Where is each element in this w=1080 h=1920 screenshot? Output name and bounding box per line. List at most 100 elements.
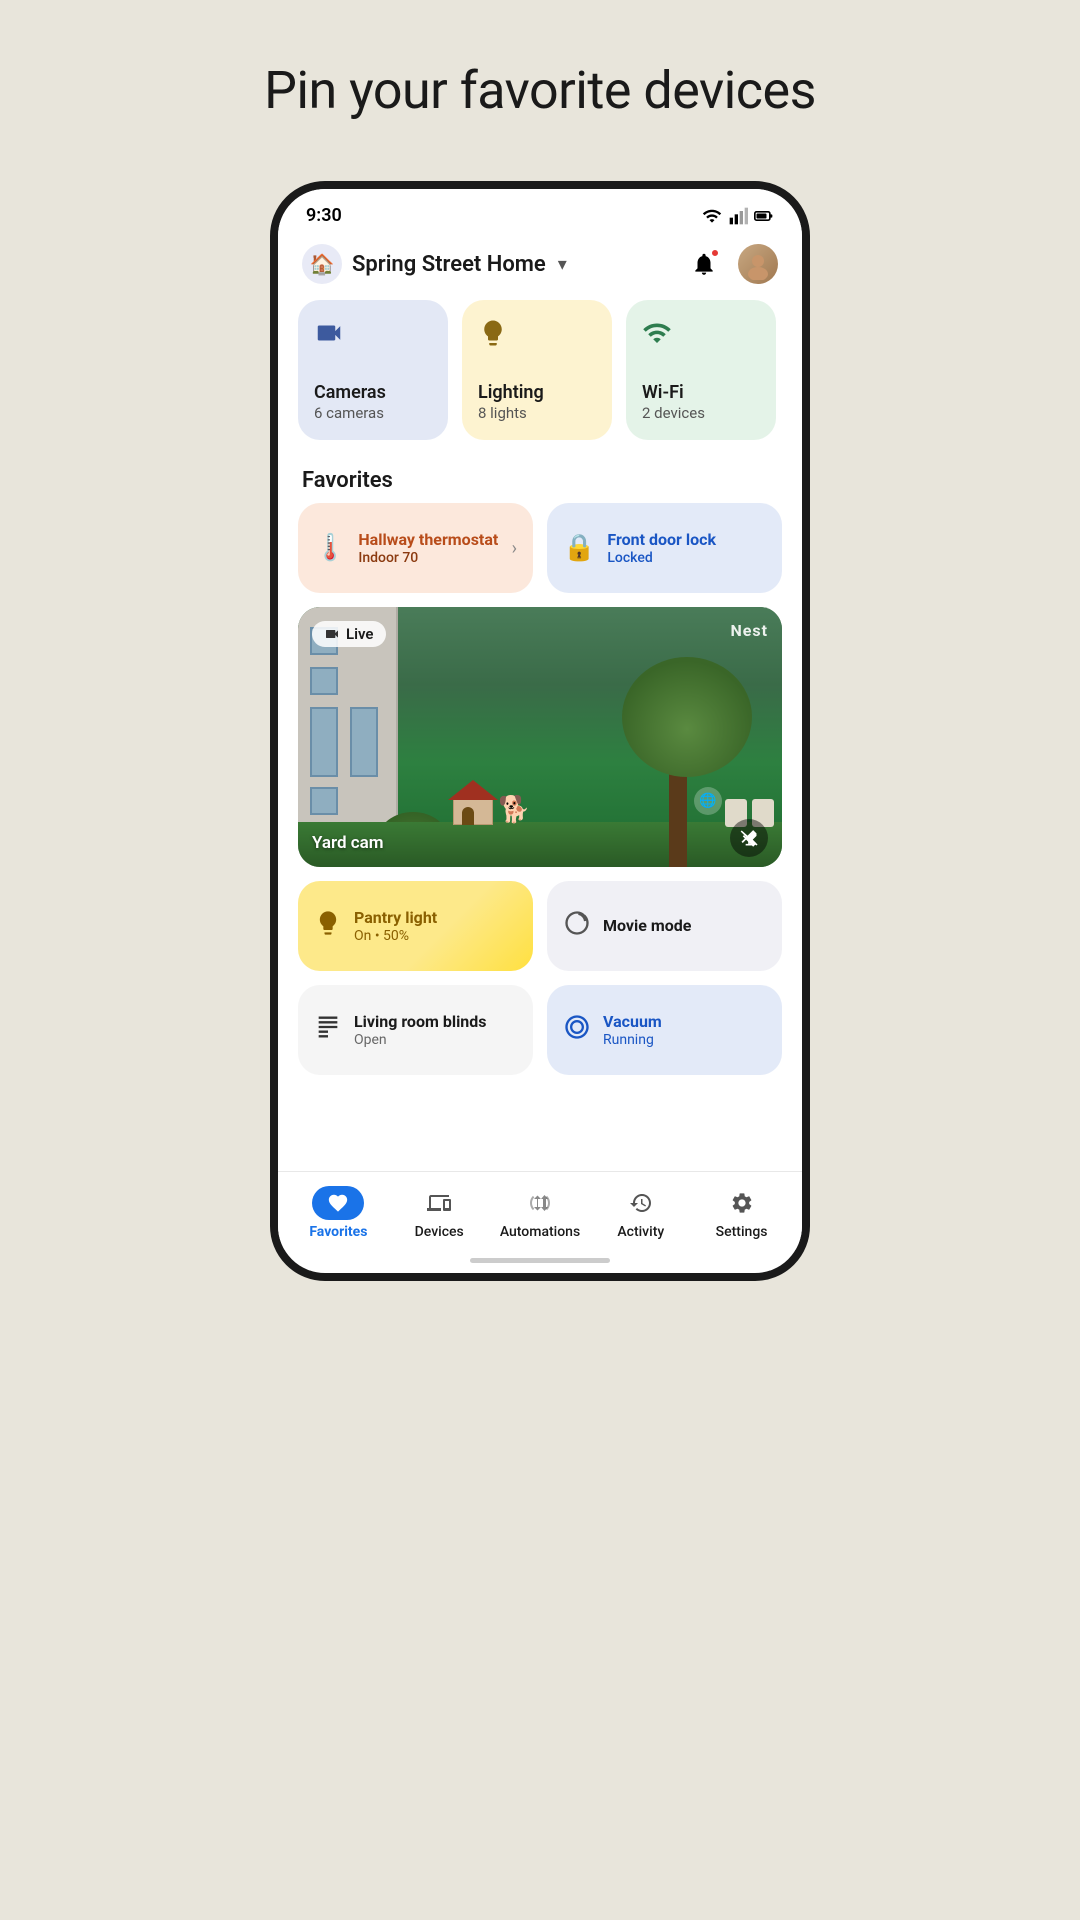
signal-bars-icon: [728, 206, 748, 226]
movie-mode-card[interactable]: Movie mode: [547, 881, 782, 971]
pantry-light-card[interactable]: Pantry light On • 50%: [298, 881, 533, 971]
wifi-label: Wi-Fi: [642, 382, 760, 404]
vacuum-name: Vacuum: [603, 1012, 662, 1033]
thermostat-status: Indoor 70: [358, 550, 499, 566]
home-selector[interactable]: 🏠 Spring Street Home ▾: [302, 244, 567, 284]
bottom-nav: Favorites Devices Automations Activity: [278, 1171, 802, 1250]
activity-nav-icon: [629, 1191, 653, 1215]
vacuum-card[interactable]: Vacuum Running: [547, 985, 782, 1075]
globe-icon: 🌐: [694, 787, 722, 815]
lock-info: Front door lock Locked: [607, 530, 766, 567]
thermostat-info: Hallway thermostat Indoor 70: [358, 530, 499, 567]
blinds-card[interactable]: Living room blinds Open: [298, 985, 533, 1075]
devices-row-2: Living room blinds Open Vacuum Running: [278, 985, 802, 1075]
camera-mute-button[interactable]: [730, 819, 768, 857]
dog-figure: 🐕: [498, 795, 530, 825]
live-label: Live: [346, 625, 374, 643]
devices-nav-icon: [427, 1191, 451, 1215]
home-icon: 🏠: [310, 252, 335, 276]
camera-label: Yard cam: [312, 833, 384, 853]
camera-badge-icon: [324, 626, 340, 642]
window-3: [310, 707, 338, 777]
header-actions: [684, 244, 778, 284]
cameras-label: Cameras: [314, 382, 432, 404]
pantry-light-info: Pantry light On • 50%: [354, 908, 437, 945]
category-card-lighting[interactable]: Lighting 8 lights: [462, 300, 612, 440]
cameras-icon: [314, 318, 432, 355]
dog-house: [448, 781, 498, 825]
automations-nav-icon: [528, 1191, 552, 1215]
category-cards-section: Cameras 6 cameras Lighting 8 lights: [278, 300, 802, 454]
pantry-light-icon: [314, 909, 342, 944]
vacuum-icon: [563, 1013, 591, 1048]
nav-item-activity[interactable]: Activity: [590, 1186, 691, 1240]
lock-icon: 🔒: [563, 533, 595, 563]
blinds-info: Living room blinds Open: [354, 1012, 487, 1049]
app-header: 🏠 Spring Street Home ▾: [278, 234, 802, 300]
cameras-count: 6 cameras: [314, 404, 432, 422]
category-card-cameras[interactable]: Cameras 6 cameras: [298, 300, 448, 440]
nav-item-automations[interactable]: Automations: [490, 1186, 591, 1240]
status-time: 9:30: [306, 205, 342, 226]
activity-nav-label: Activity: [617, 1224, 664, 1240]
status-icons: [702, 206, 774, 226]
pantry-light-status: On • 50%: [354, 928, 437, 944]
camera-feed-card[interactable]: 🐕 🌐 Live Nest Yard cam: [298, 607, 782, 867]
favorites-nav-label: Favorites: [309, 1224, 367, 1240]
devices-nav-label: Devices: [415, 1224, 464, 1240]
avatar-image: [742, 248, 774, 280]
settings-nav-label: Settings: [716, 1224, 768, 1240]
lighting-label: Lighting: [478, 382, 596, 404]
vacuum-info: Vacuum Running: [603, 1012, 662, 1049]
thermostat-icon: 🌡️: [314, 533, 346, 563]
nav-devices-plain: [413, 1186, 465, 1220]
user-avatar[interactable]: [738, 244, 778, 284]
home-icon-bg: 🏠: [302, 244, 342, 284]
home-name: Spring Street Home: [352, 252, 546, 277]
favorite-lock-card[interactable]: 🔒 Front door lock Locked: [547, 503, 782, 593]
window-4: [350, 707, 378, 777]
thermostat-name: Hallway thermostat: [358, 530, 499, 551]
movie-mode-name: Movie mode: [603, 916, 691, 937]
status-bar: 9:30: [278, 189, 802, 234]
thermostat-arrow-icon: ›: [512, 538, 517, 559]
camera-live-badge: Live: [312, 621, 386, 647]
category-cards-list: Cameras 6 cameras Lighting 8 lights: [298, 300, 782, 444]
blinds-icon: [314, 1013, 342, 1048]
notification-button[interactable]: [684, 244, 724, 284]
lighting-icon: [478, 318, 596, 355]
window-5: [310, 787, 338, 815]
nav-item-settings[interactable]: Settings: [691, 1186, 792, 1240]
movie-mode-icon: [563, 909, 591, 944]
page-title: Pin your favorite devices: [264, 60, 816, 121]
nav-settings-plain: [716, 1186, 768, 1220]
lighting-count: 8 lights: [478, 404, 596, 422]
favorites-section-label: Favorites: [278, 454, 802, 503]
chevron-down-icon: ▾: [558, 254, 567, 275]
nav-activity-plain: [615, 1186, 667, 1220]
lock-status: Locked: [607, 550, 766, 566]
category-card-wifi[interactable]: Wi-Fi 2 devices: [626, 300, 776, 440]
battery-icon: [754, 206, 774, 226]
nav-item-favorites[interactable]: Favorites: [288, 1186, 389, 1240]
wifi-icon: [642, 318, 760, 355]
notification-dot: [710, 248, 720, 258]
tree-canopy: [622, 657, 752, 777]
favorite-thermostat-card[interactable]: 🌡️ Hallway thermostat Indoor 70 ›: [298, 503, 533, 593]
mute-icon: [739, 828, 759, 848]
nav-item-devices[interactable]: Devices: [389, 1186, 490, 1240]
blinds-name: Living room blinds: [354, 1012, 487, 1033]
wifi-signal-icon: [702, 206, 722, 226]
home-indicator: [470, 1258, 610, 1263]
window-2: [310, 667, 338, 695]
lock-name: Front door lock: [607, 530, 766, 551]
wifi-count: 2 devices: [642, 404, 760, 422]
movie-mode-info: Movie mode: [603, 916, 691, 937]
phone-frame: 9:30 🏠 Spring Street Home ▾: [270, 181, 810, 1281]
favorites-nav-icon: [327, 1192, 349, 1214]
nav-automations-plain: [514, 1186, 566, 1220]
settings-nav-icon: [730, 1191, 754, 1215]
vacuum-status: Running: [603, 1032, 662, 1048]
automations-nav-label: Automations: [500, 1224, 580, 1240]
pantry-light-name: Pantry light: [354, 908, 437, 929]
